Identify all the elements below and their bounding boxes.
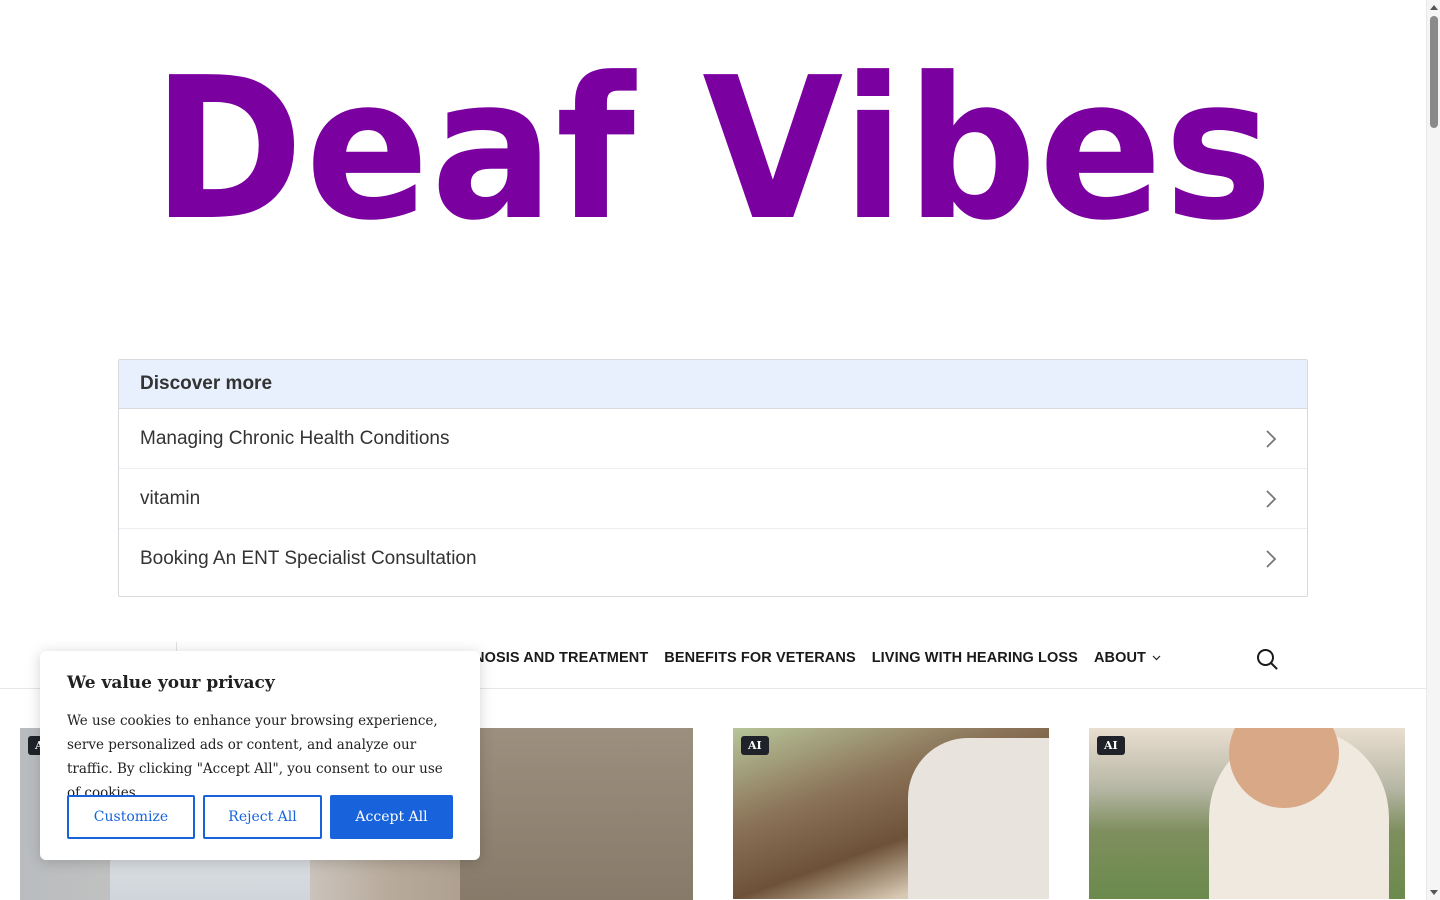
- cookie-buttons: Customize Reject All Accept All: [67, 795, 453, 839]
- cookie-description: We use cookies to enhance your browsing …: [67, 713, 443, 801]
- chevron-right-icon: [1266, 489, 1277, 508]
- nav-item-about[interactable]: ABOUT: [1094, 650, 1161, 666]
- discover-item-vitamin[interactable]: vitamin: [119, 469, 1307, 529]
- nav-item-about-label: ABOUT: [1093, 650, 1146, 666]
- page-scrollbar[interactable]: [1426, 0, 1440, 900]
- card-image-detail: [460, 728, 693, 900]
- site-logo[interactable]: Deaf Vibes: [0, 40, 1426, 260]
- discover-item-label: Managing Chronic Health Conditions: [140, 427, 450, 449]
- cookie-title: We value your privacy: [67, 673, 275, 693]
- category-badge[interactable]: AI: [741, 736, 769, 755]
- nav-item-benefits-for-veterans[interactable]: BENEFITS FOR VETERANS: [664, 650, 855, 666]
- customize-button[interactable]: Customize: [67, 795, 195, 839]
- discover-item-label: Booking An ENT Specialist Consultation: [140, 548, 477, 569]
- category-badge[interactable]: AI: [1097, 736, 1125, 755]
- article-card-image[interactable]: AI: [733, 728, 1049, 899]
- discover-more-panel: Discover more Managing Chronic Health Co…: [118, 359, 1308, 597]
- nav-item-diagnosis-and-treatment[interactable]: NOSIS AND TREATMENT: [474, 650, 648, 666]
- site-logo-text[interactable]: Deaf Vibes: [152, 52, 1274, 248]
- discover-item-ent-consultation[interactable]: Booking An ENT Specialist Consultation: [119, 529, 1307, 589]
- discover-item-label: vitamin: [140, 487, 201, 509]
- card-image-detail: [908, 738, 1049, 899]
- chevron-right-icon: [1266, 550, 1277, 568]
- discover-item-managing-chronic[interactable]: Managing Chronic Health Conditions: [119, 409, 1307, 469]
- discover-more-heading: Discover more: [119, 360, 1307, 409]
- scrollbar-thumb[interactable]: [1430, 16, 1438, 128]
- nav-links: NOSIS AND TREATMENT BENEFITS FOR VETERAN…: [474, 628, 1161, 688]
- cookie-consent-dialog: We value your privacy We use cookies to …: [40, 651, 480, 860]
- accept-all-button[interactable]: Accept All: [330, 795, 453, 839]
- nav-item-living-with-hearing-loss[interactable]: LIVING WITH HEARING LOSS: [872, 650, 1078, 666]
- article-card-image[interactable]: AI: [1089, 728, 1405, 899]
- reject-all-button[interactable]: Reject All: [203, 795, 322, 839]
- scroll-down-arrow-icon[interactable]: [1430, 890, 1438, 895]
- chevron-down-icon: [1152, 655, 1161, 661]
- chevron-right-icon: [1266, 429, 1277, 448]
- scroll-up-arrow-icon[interactable]: [1430, 5, 1438, 10]
- search-icon[interactable]: [1255, 647, 1279, 671]
